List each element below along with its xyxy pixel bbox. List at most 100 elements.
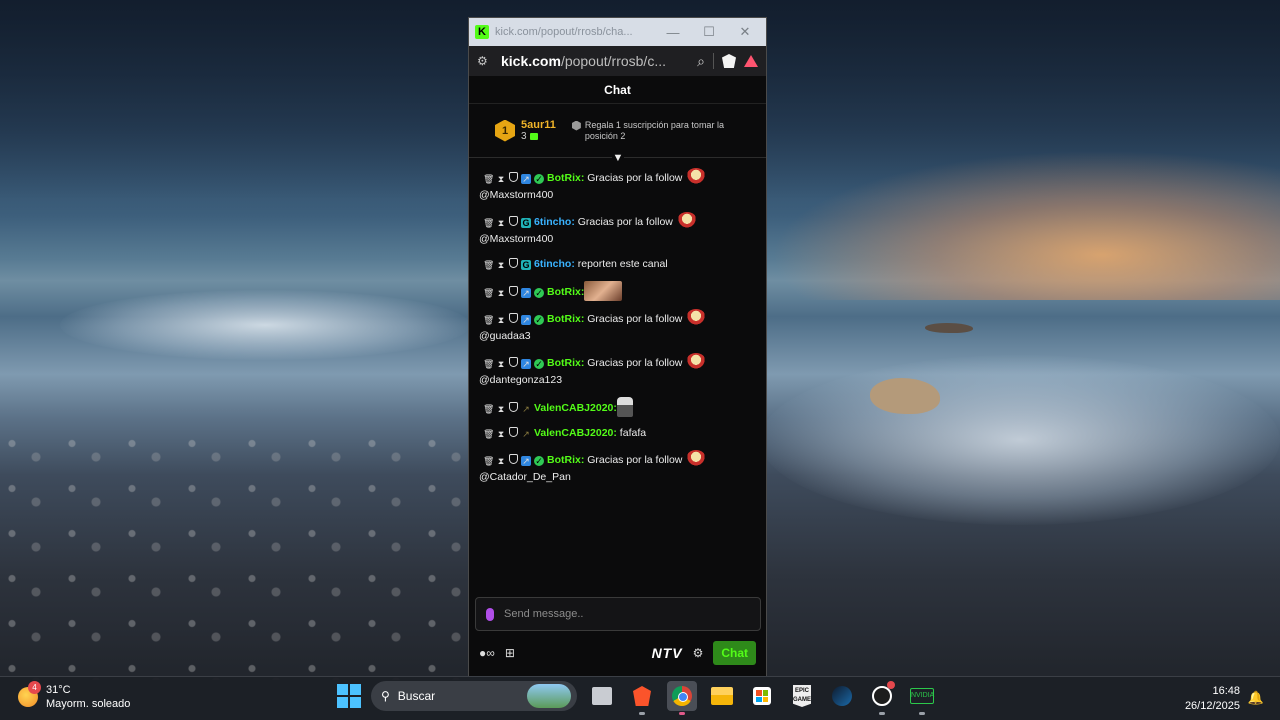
moderator-shield-icon <box>509 454 518 464</box>
weather-desc: Mayorm. soleado <box>46 698 131 710</box>
message-mention[interactable]: @dantegonza123 <box>479 374 562 386</box>
emote-icon[interactable] <box>686 353 707 370</box>
url-host: kick.com <box>501 53 561 69</box>
collapse-chevron-icon[interactable]: ▼ <box>612 151 624 165</box>
verified-badge-icon: ✓ <box>534 359 544 369</box>
chat-send-button[interactable]: Chat <box>713 641 756 665</box>
verified-badge-icon: ✓ <box>534 174 544 184</box>
gear-icon[interactable]: ⚙ <box>693 646 704 660</box>
hourglass-icon: ⧗ <box>497 315 505 325</box>
message-username[interactable]: 6tincho: <box>534 216 575 228</box>
hourglass-icon: ⧗ <box>497 404 505 414</box>
moderator-shield-icon <box>509 427 518 437</box>
url-path: /popout/rrosb/c... <box>560 53 666 69</box>
gifter-name[interactable]: 5aur11 <box>521 119 556 131</box>
wallpaper-rock <box>925 323 973 333</box>
message-username[interactable]: BotRix: <box>547 313 584 325</box>
message-username[interactable]: ValenCABJ2020: <box>534 402 617 414</box>
message-badges: 🗑 ⧗ ↗ ✓ <box>483 311 547 328</box>
system-clock[interactable]: 16:48 26/12/2025 <box>1185 684 1240 714</box>
promo-text: Regala 1 suscripción para tomar la posic… <box>584 119 724 141</box>
chat-message: 🗑 ⧗ ↗ ✓ BotRix: Gracias por la follow @Maxsto… <box>479 168 756 204</box>
window-titlebar[interactable]: K kick.com/popout/rrosb/cha... — ☐ ✕ <box>469 18 766 46</box>
store-icon[interactable]: ⊞ <box>505 646 515 660</box>
og-badge-icon: G <box>521 260 531 270</box>
emote-icon[interactable] <box>676 212 697 229</box>
message-mention[interactable]: @guadaa3 <box>479 330 531 342</box>
trash-icon: 🗑 <box>483 288 495 298</box>
microsoft-store-icon[interactable] <box>747 681 777 711</box>
url-text[interactable]: kick.com/popout/rrosb/c... <box>501 53 689 69</box>
message-username[interactable]: BotRix: <box>547 172 584 184</box>
moderator-shield-icon <box>509 172 518 182</box>
taskbar: 4 31°C Mayorm. soleado ⚲ Buscar EPIC GAM… <box>0 676 1280 720</box>
hourglass-icon: ⧗ <box>497 456 505 466</box>
chat-message: 🗑 ⧗ ↗ ValenCABJ2020: <box>479 397 756 417</box>
message-mention[interactable]: @Maxstorm400 <box>479 233 553 245</box>
close-icon[interactable]: ✕ <box>730 24 760 40</box>
chat-message: 🗑 ⧗ ↗ ✓ BotRix: Gracias por la follow @guadaa… <box>479 309 756 345</box>
gifter-count: 3 <box>521 131 556 142</box>
message-badges: 🗑 ⧗ G <box>483 256 534 273</box>
verified-badge-icon: ✓ <box>534 456 544 466</box>
brave-rewards-icon[interactable] <box>744 55 758 67</box>
emote-icon[interactable] <box>584 281 623 301</box>
chat-message: 🗑 ⧗ ↗ ✓ BotRix: <box>479 281 756 301</box>
brave-browser-icon[interactable] <box>627 681 657 715</box>
wallpaper-rock <box>870 378 940 414</box>
message-text: Gracias por la follow <box>584 313 683 325</box>
gift-icon <box>529 132 538 140</box>
weather-temp: 31°C <box>46 684 71 696</box>
message-username[interactable]: BotRix: <box>547 454 584 466</box>
top-gifter[interactable]: 5aur11 3 <box>521 119 556 142</box>
obs-icon[interactable] <box>867 681 897 715</box>
message-text: fafafa <box>616 427 647 439</box>
minimize-icon[interactable]: — <box>658 25 688 40</box>
moderator-shield-icon <box>509 313 518 323</box>
site-settings-icon[interactable]: ⚙ <box>477 54 493 68</box>
emote-icon[interactable] <box>616 397 633 417</box>
message-mention[interactable]: @Maxstorm400 <box>479 189 553 201</box>
window-title: kick.com/popout/rrosb/cha... <box>495 26 633 38</box>
message-mention[interactable]: @Catador_De_Pan <box>479 471 571 483</box>
chat-message: 🗑 ⧗ G 6tincho: Gracias por la follow @Maxsto… <box>479 212 756 248</box>
message-badges: 🗑 ⧗ ↗ ✓ <box>483 170 547 187</box>
chat-message: 🗑 ⧗ ↗ ValenCABJ2020: fafafa <box>479 425 756 442</box>
brave-shield-icon[interactable] <box>722 54 736 68</box>
task-view-icon[interactable] <box>587 681 617 711</box>
zoom-icon[interactable]: ⌕ <box>697 53 705 70</box>
sub-arrow-icon: ↗ <box>522 404 530 414</box>
message-input[interactable]: Send message.. <box>475 597 761 631</box>
community-icon[interactable]: ●∞ <box>479 646 495 660</box>
emote-icon[interactable] <box>686 168 707 185</box>
message-username[interactable]: BotRix: <box>547 286 584 298</box>
message-username[interactable]: BotRix: <box>547 357 584 369</box>
epic-games-icon[interactable]: EPIC GAMES <box>787 681 817 711</box>
search-box[interactable]: ⚲ Buscar <box>371 681 577 711</box>
message-username[interactable]: 6tincho: <box>534 258 575 270</box>
maximize-icon[interactable]: ☐ <box>694 24 724 40</box>
weather-text: 31°C Mayorm. soleado <box>46 683 130 711</box>
message-text: reporten este canal <box>574 258 668 270</box>
bot-badge-icon: ↗ <box>521 315 531 325</box>
steam-icon[interactable] <box>827 681 857 711</box>
file-explorer-icon[interactable] <box>707 681 737 711</box>
trash-icon: 🗑 <box>483 174 495 184</box>
weather-widget[interactable]: 4 31°C Mayorm. soleado <box>18 681 130 711</box>
trash-icon: 🗑 <box>483 260 495 270</box>
emote-icon[interactable] <box>686 450 707 467</box>
chrome-icon[interactable] <box>667 681 697 715</box>
message-text: Gracias por la follow <box>584 357 683 369</box>
nvidia-app-icon[interactable]: NVIDIA <box>907 681 937 715</box>
hourglass-icon: ⧗ <box>497 218 505 228</box>
sun-icon: 4 <box>18 681 41 707</box>
emote-icon[interactable] <box>686 309 707 326</box>
microphone-icon[interactable] <box>486 607 494 621</box>
chat-message: 🗑 ⧗ ↗ ✓ BotRix: Gracias por la follow @Catado… <box>479 450 756 486</box>
message-username[interactable]: ValenCABJ2020: <box>534 427 617 439</box>
notification-bell-icon[interactable]: 🔔 <box>1248 690 1264 706</box>
chat-toolbar: ●∞ ⊞ NTV ⚙ Chat <box>469 639 766 667</box>
ntv-button[interactable]: NTV <box>652 645 683 661</box>
windows-start-icon[interactable] <box>337 684 361 708</box>
address-bar[interactable]: ⚙ kick.com/popout/rrosb/c... ⌕ <box>469 46 766 76</box>
